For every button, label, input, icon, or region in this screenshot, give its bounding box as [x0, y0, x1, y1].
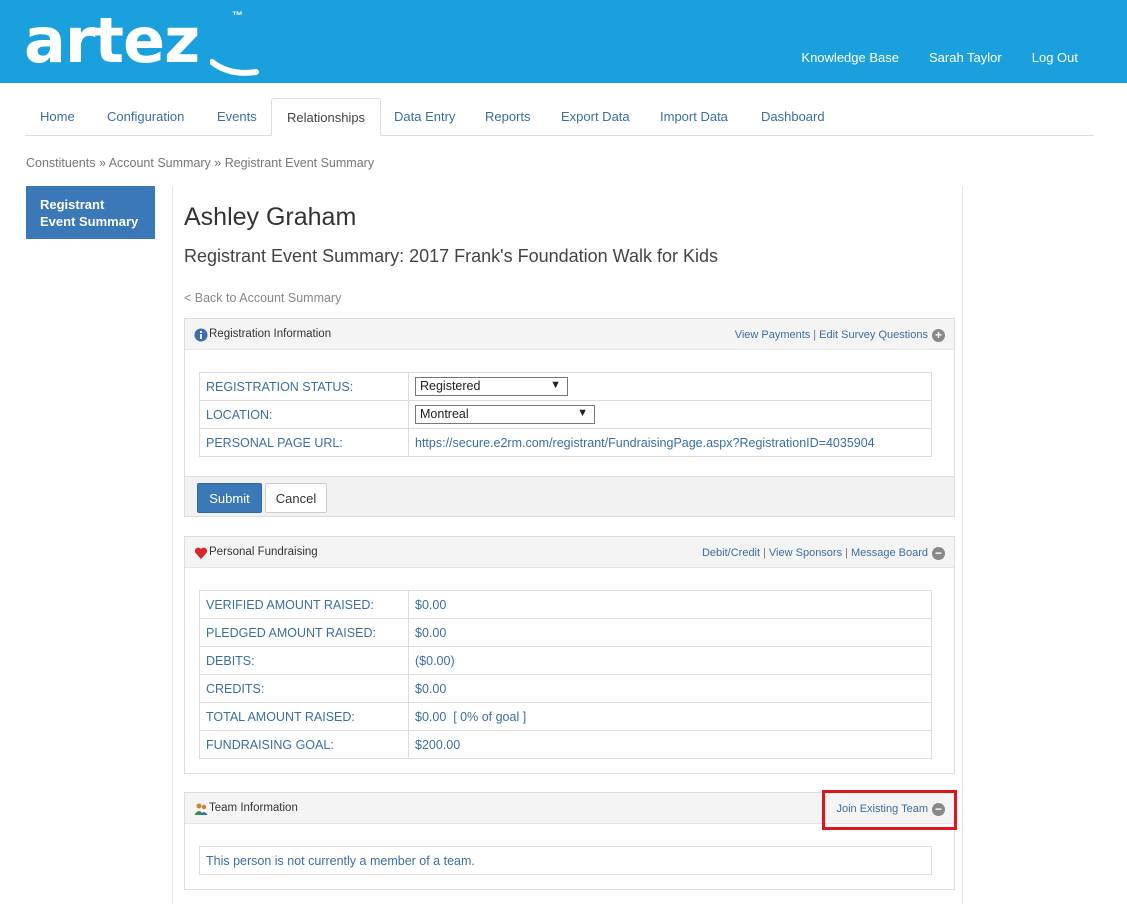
- expand-icon[interactable]: +: [932, 329, 945, 342]
- submit-button[interactable]: Submit: [197, 483, 262, 513]
- top-header: artez ™ Knowledge Base Sarah Taylor Log Ou…: [0, 0, 1127, 83]
- collapse-icon[interactable]: −: [932, 547, 945, 560]
- dropdown-arrow-icon: ▼: [577, 407, 588, 419]
- personal-page-url-link[interactable]: https://secure.e2rm.com/registrant/Fundr…: [408, 428, 932, 457]
- tab-home[interactable]: Home: [25, 98, 90, 136]
- artez-logo[interactable]: artez ™: [24, 4, 259, 77]
- logo-swoosh: [210, 59, 259, 76]
- registration-panel-title: Registration Information: [209, 328, 332, 340]
- registration-panel-links: View Payments | Edit Survey Questions: [734, 329, 928, 341]
- verified-amount-value: $0.00: [408, 590, 932, 619]
- table-row: REGISTRATION STATUS: Registered ▼: [199, 372, 932, 401]
- dropdown-arrow-icon: ▼: [550, 379, 561, 391]
- total-amount-value: $0.00 [ 0% of goal ]: [408, 702, 932, 731]
- tab-dashboard[interactable]: Dashboard: [746, 98, 840, 136]
- content-divider-right: [962, 186, 963, 904]
- tab-import-data[interactable]: Import Data: [645, 98, 743, 136]
- table-row: This person is not currently a member of…: [199, 846, 932, 875]
- tab-data-entry[interactable]: Data Entry: [379, 98, 470, 136]
- heart-icon: [194, 547, 208, 559]
- tab-export-data[interactable]: Export Data: [546, 98, 645, 136]
- credits-label: CREDITS:: [199, 674, 409, 703]
- view-sponsors-link[interactable]: View Sponsors: [769, 547, 842, 559]
- total-amount-label: TOTAL AMOUNT RAISED:: [199, 702, 409, 731]
- location-select[interactable]: Montreal ▼: [415, 405, 595, 424]
- breadcrumb[interactable]: Constituents » Account Summary » Registr…: [26, 156, 374, 170]
- team-users-icon: [194, 803, 208, 815]
- table-row: PERSONAL PAGE URL: https://secure.e2rm.c…: [199, 428, 932, 457]
- join-team-highlight-box: [822, 790, 957, 830]
- edit-survey-questions-link[interactable]: Edit Survey Questions: [819, 329, 928, 341]
- info-icon: [194, 328, 208, 342]
- page-title: Ashley Graham: [184, 203, 357, 231]
- table-row: FUNDRAISING GOAL: $200.00: [199, 730, 932, 759]
- fundraising-goal-label: FUNDRAISING GOAL:: [199, 730, 409, 759]
- registration-status-label: REGISTRATION STATUS:: [199, 372, 409, 401]
- location-value: Montreal: [420, 407, 469, 421]
- registration-panel-header: Registration Information View Payments | E…: [185, 319, 954, 350]
- team-panel-title: Team Information: [209, 802, 298, 814]
- table-row: VERIFIED AMOUNT RAISED: $0.00: [199, 590, 932, 619]
- main-nav-tabs: Home Configuration Events Relationships …: [25, 98, 1094, 136]
- tab-relationships[interactable]: Relationships: [271, 98, 382, 136]
- registration-table: REGISTRATION STATUS: Registered ▼ LOCATI…: [199, 372, 932, 457]
- fundraising-panel-header: Personal Fundraising Debit/Credit | View S…: [185, 537, 954, 568]
- fundraising-panel-title: Personal Fundraising: [209, 546, 318, 558]
- verified-amount-label: VERIFIED AMOUNT RAISED:: [199, 590, 409, 619]
- log-out-link[interactable]: Log Out: [1032, 50, 1078, 65]
- tab-configuration[interactable]: Configuration: [92, 98, 199, 136]
- credits-value: $0.00: [408, 674, 932, 703]
- personal-page-url-label: PERSONAL PAGE URL:: [199, 428, 409, 457]
- cancel-button[interactable]: Cancel: [265, 483, 327, 513]
- table-row: TOTAL AMOUNT RAISED: $0.00 [ 0% of goal …: [199, 702, 932, 731]
- pledged-amount-label: PLEDGED AMOUNT RAISED:: [199, 618, 409, 647]
- page-subtitle: Registrant Event Summary: 2017 Frank's F…: [184, 246, 718, 266]
- logo-text: artez: [24, 4, 200, 77]
- back-to-account-summary-link[interactable]: < Back to Account Summary: [184, 291, 341, 305]
- user-name-link[interactable]: Sarah Taylor: [929, 50, 1002, 65]
- debits-value: ($0.00): [408, 646, 932, 675]
- message-board-link[interactable]: Message Board: [851, 547, 928, 559]
- pledged-amount-value: $0.00: [408, 618, 932, 647]
- table-row: DEBITS: ($0.00): [199, 646, 932, 675]
- table-row: LOCATION: Montreal ▼: [199, 400, 932, 429]
- table-row: CREDITS: $0.00: [199, 674, 932, 703]
- tab-events[interactable]: Events: [202, 98, 272, 136]
- fundraising-table: VERIFIED AMOUNT RAISED: $0.00 PLEDGED AM…: [199, 590, 932, 759]
- table-row: PLEDGED AMOUNT RAISED: $0.00: [199, 618, 932, 647]
- sidebar-item-registrant-event-summary[interactable]: Registrant Event Summary: [26, 186, 155, 239]
- tab-reports[interactable]: Reports: [470, 98, 546, 136]
- header-links: Knowledge Base Sarah Taylor Log Out: [771, 50, 1078, 65]
- registration-status-value: Registered: [420, 379, 481, 393]
- registration-button-bar: Submit Cancel: [185, 476, 954, 516]
- team-table: This person is not currently a member of…: [199, 846, 932, 875]
- location-label: LOCATION:: [199, 400, 409, 429]
- knowledge-base-link[interactable]: Knowledge Base: [801, 50, 899, 65]
- fundraising-goal-value: $200.00: [408, 730, 932, 759]
- logo-trademark: ™: [232, 10, 243, 22]
- registration-status-select[interactable]: Registered ▼: [415, 377, 568, 396]
- debits-label: DEBITS:: [199, 646, 409, 675]
- fundraising-panel: Personal Fundraising Debit/Credit | View S…: [184, 536, 955, 774]
- content-divider-left: [172, 186, 173, 904]
- registration-panel: Registration Information View Payments | E…: [184, 318, 955, 517]
- debit-credit-link[interactable]: Debit/Credit: [702, 547, 760, 559]
- fundraising-panel-links: Debit/Credit | View Sponsors | Message Board: [701, 547, 928, 559]
- view-payments-link[interactable]: View Payments: [735, 329, 811, 341]
- team-status-message: This person is not currently a member of…: [199, 846, 932, 875]
